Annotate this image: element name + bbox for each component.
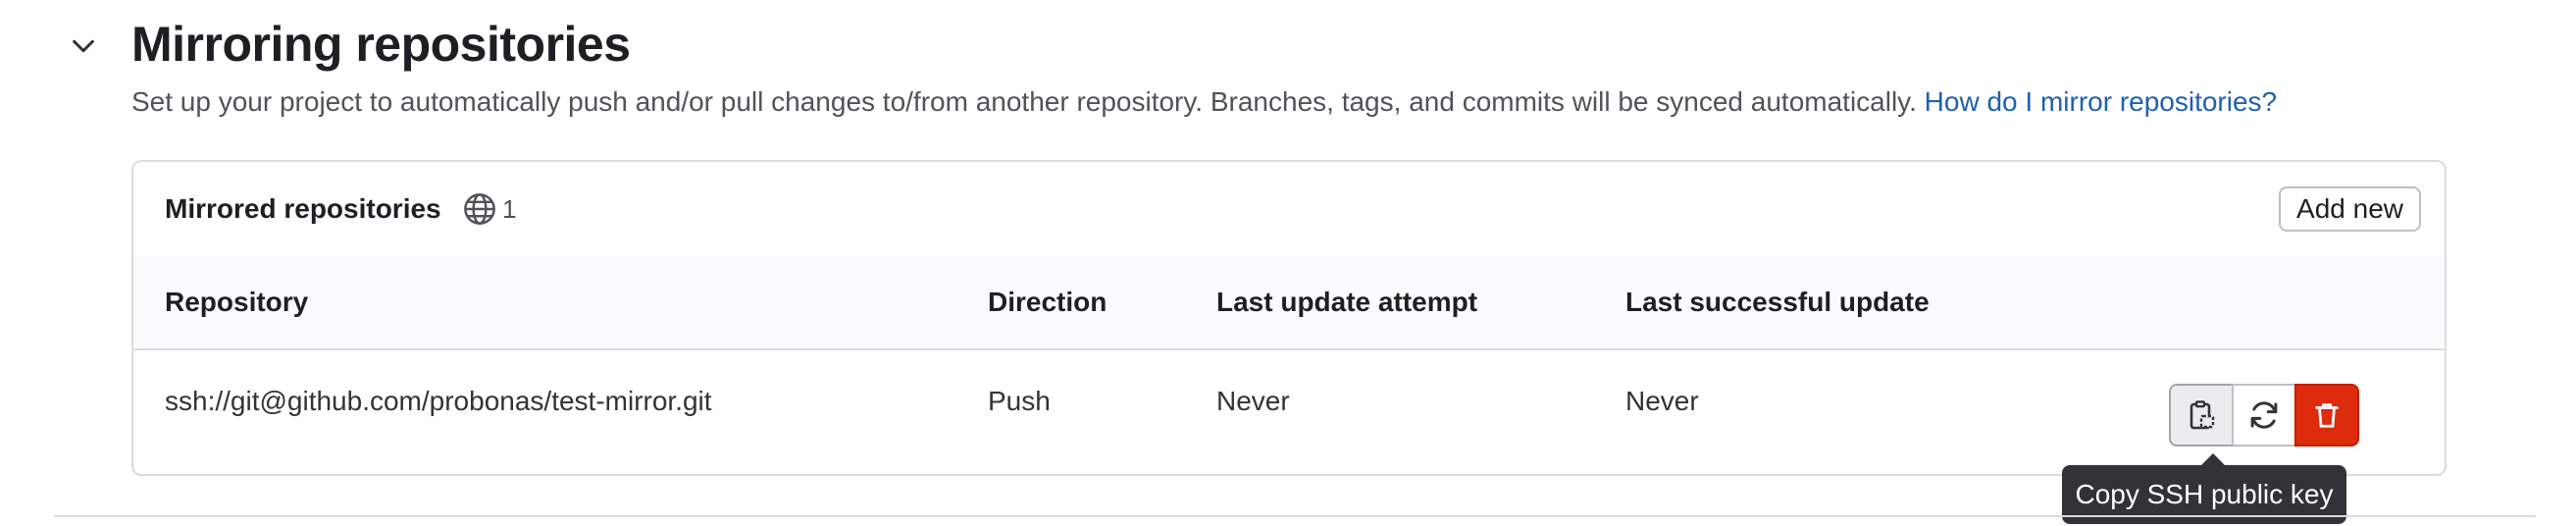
add-new-button[interactable]: Add new	[2279, 186, 2421, 232]
mirrored-repositories-card: Mirrored repositories 1 Add new Reposito…	[131, 160, 2447, 476]
remove-mirror-button[interactable]	[2294, 384, 2359, 447]
mirror-count: 1	[502, 193, 517, 224]
section-description: Set up your project to automatically pus…	[131, 82, 2277, 122]
copy-ssh-key-icon	[2190, 400, 2215, 430]
table-header-row: Repository Direction Last update attempt…	[133, 256, 2445, 350]
trash-icon	[2315, 403, 2339, 428]
sync-icon	[2250, 401, 2278, 429]
globe-icon	[464, 193, 495, 225]
mirror-direction: Push	[988, 386, 1051, 416]
column-header-last-successful-update: Last successful update	[1625, 287, 1930, 317]
help-link[interactable]: How do I mirror repositories?	[1925, 86, 2277, 117]
table-row: ssh://git@github.com/probonas/test-mirro…	[133, 350, 2445, 474]
column-header-direction: Direction	[988, 287, 1108, 317]
update-now-button[interactable]	[2232, 384, 2296, 447]
section-divider	[54, 515, 2536, 517]
collapse-section-button[interactable]	[59, 22, 108, 71]
mirrors-table: Repository Direction Last update attempt…	[133, 256, 2445, 474]
row-actions	[2169, 384, 2359, 447]
column-header-repository: Repository	[165, 287, 309, 317]
tooltip-arrow	[2201, 453, 2225, 465]
copy-ssh-key-button[interactable]	[2169, 384, 2234, 447]
card-header: Mirrored repositories 1 Add new	[133, 162, 2445, 258]
repository-url: ssh://git@github.com/probonas/test-mirro…	[165, 386, 712, 416]
chevron-down-icon	[73, 39, 94, 53]
mirroring-settings-page: Mirroring repositories Set up your proje…	[0, 0, 2576, 526]
column-header-last-update-attempt: Last update attempt	[1216, 287, 1478, 317]
card-title: Mirrored repositories	[165, 193, 441, 224]
section-title: Mirroring repositories	[131, 17, 631, 72]
last-update-attempt: Never	[1216, 386, 1290, 416]
description-text: Set up your project to automatically pus…	[131, 86, 1917, 117]
last-successful-update: Never	[1625, 386, 1699, 416]
